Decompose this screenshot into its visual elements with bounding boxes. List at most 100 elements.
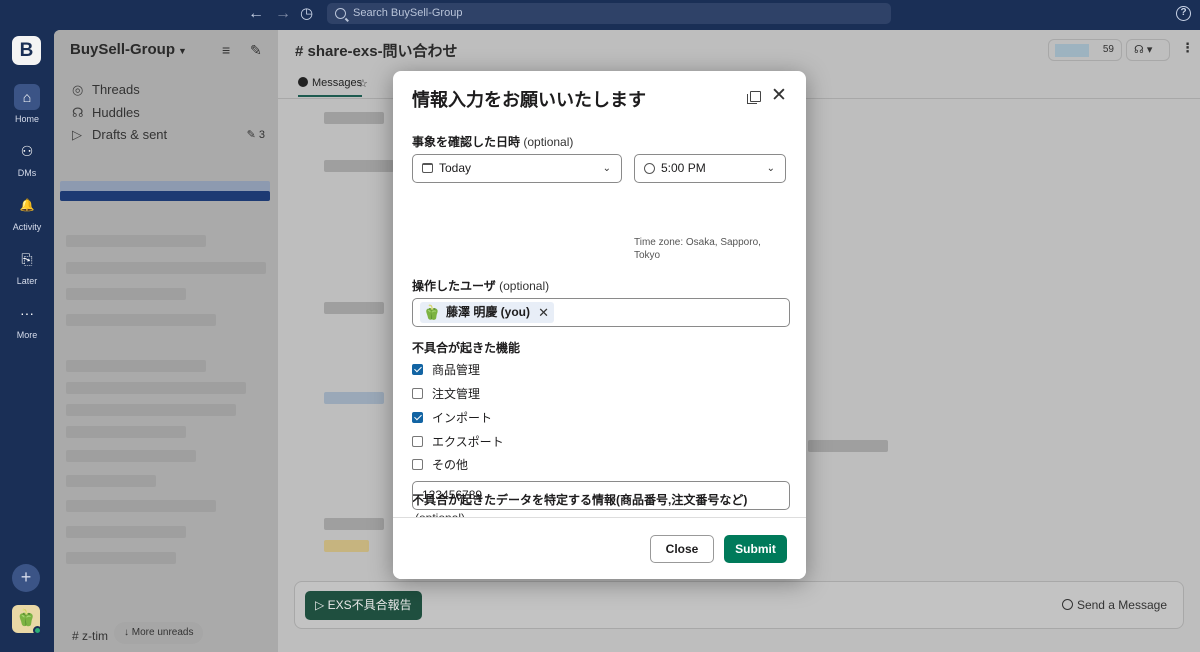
chevron-down-icon: ⌄ xyxy=(766,163,775,174)
user-select[interactable]: 🫑 藤澤 明慶 (you) ✕ xyxy=(412,298,790,327)
checkbox[interactable] xyxy=(412,364,423,375)
search-placeholder: Search BuySell-Group xyxy=(353,7,463,19)
workspace-name[interactable]: BuySell-Group ▼ xyxy=(70,41,187,58)
user-avatar: 🫑 xyxy=(423,304,441,320)
rail-label-dms: DMs xyxy=(17,168,37,178)
close-button[interactable]: Close xyxy=(650,535,714,563)
send-icon: ▷ xyxy=(72,127,82,142)
more-unreads-button[interactable]: ↓ More unreads xyxy=(114,622,204,644)
optional-text: (optional) xyxy=(523,135,574,149)
avatar-emoji: 🫑 xyxy=(16,610,36,627)
blurred-message xyxy=(808,440,888,452)
datetime-label-text: 事象を確認した日時 xyxy=(412,135,521,149)
submit-button[interactable]: Submit xyxy=(724,535,787,563)
message-composer[interactable]: ▷ EXS不具合報告 Send a Message xyxy=(294,581,1184,629)
remove-user-icon[interactable]: ✕ xyxy=(538,302,549,323)
drafts-count-value: 3 xyxy=(258,129,265,141)
blurred-channel xyxy=(66,314,216,326)
workspace-rail: B ⌂ Home ⚇ DMs 🔔 Activity ⎘ Later ··· Mo… xyxy=(0,30,54,652)
compose-icon[interactable]: ✎ xyxy=(250,42,262,59)
blurred-message xyxy=(324,518,384,530)
modal-title: 情報入力をお願いいたします xyxy=(412,90,646,110)
rail-item-activity[interactable]: 🔔 Activity xyxy=(0,192,54,232)
member-count: 59 xyxy=(1102,44,1114,55)
checkbox[interactable] xyxy=(412,412,423,423)
workspace-logo[interactable]: B xyxy=(12,36,41,65)
blurred-message xyxy=(324,540,369,552)
add-icon[interactable]: + xyxy=(12,564,40,592)
sidebar-item-label: Threads xyxy=(92,82,140,97)
checkbox[interactable] xyxy=(412,388,423,399)
blurred-channel xyxy=(66,500,216,512)
more-icon[interactable]: ⋮ xyxy=(1181,40,1194,56)
workspace-name-text: BuySell-Group xyxy=(70,41,176,58)
sidebar-item-drafts[interactable]: ▷ Drafts & sent xyxy=(72,127,167,143)
message-icon xyxy=(298,77,308,87)
channel-title[interactable]: # share-exs-問い合わせ xyxy=(295,40,458,61)
sidebar-item-huddles[interactable]: ☊ Huddles xyxy=(72,105,140,121)
blurred-channel xyxy=(66,450,196,462)
timezone-text: Time zone: Osaka, Sapporo, Tokyo xyxy=(634,237,761,261)
send-message-button[interactable]: Send a Message xyxy=(1061,598,1167,612)
checkbox-label: 商品管理 xyxy=(432,363,481,377)
copy-icon[interactable] xyxy=(747,91,761,104)
more-unreads-label: More unreads xyxy=(131,627,194,638)
channel-title-text: share-exs-問い合わせ xyxy=(307,43,458,60)
user-chip: 🫑 藤澤 明慶 (you) ✕ xyxy=(420,302,554,323)
blurred-message xyxy=(324,112,384,124)
send-message-label: Send a Message xyxy=(1076,598,1167,612)
modal-body[interactable]: 事象を確認した日時 (optional) Today ⌄ 5:00 PM ⌄ T… xyxy=(393,121,806,517)
blurred-channel xyxy=(66,262,266,274)
avatar[interactable]: 🫑 xyxy=(12,605,42,635)
clock-icon xyxy=(644,163,655,174)
sidebar-item-label: Drafts & sent xyxy=(92,127,168,142)
help-icon[interactable]: ? xyxy=(1176,6,1191,21)
member-avatars xyxy=(1055,44,1089,57)
checkbox[interactable] xyxy=(412,459,423,470)
dm-icon: ⚇ xyxy=(20,143,34,159)
sidebar-item-ztim[interactable]: # z-tim xyxy=(72,629,108,643)
modal-footer: Close Submit xyxy=(393,517,806,579)
back-arrow-icon[interactable]: ← xyxy=(248,5,264,23)
tab-messages[interactable]: Messages xyxy=(298,77,363,97)
filter-icon[interactable]: ≡ xyxy=(222,42,230,58)
huddle-button[interactable]: ☊ ▾ xyxy=(1126,39,1170,61)
rail-item-dms[interactable]: ⚇ DMs xyxy=(0,138,54,178)
status-dot xyxy=(33,626,42,635)
blurred-channel xyxy=(66,288,186,300)
blurred-channel xyxy=(66,526,186,538)
blurred-message xyxy=(324,302,384,314)
datetime-label: 事象を確認した日時 (optional) xyxy=(412,133,573,150)
workflow-button[interactable]: ▷ EXS不具合報告 xyxy=(305,591,422,620)
close-icon[interactable]: ✕ xyxy=(771,86,787,106)
search-bar[interactable]: Search BuySell-Group xyxy=(327,3,891,24)
optional-text: (optional) xyxy=(499,279,550,293)
chevron-down-icon: ▼ xyxy=(178,46,187,56)
rail-item-home[interactable]: ⌂ Home xyxy=(0,84,54,124)
blurred-channel xyxy=(66,552,176,564)
bell-icon: 🔔 xyxy=(19,198,35,212)
forward-arrow-icon[interactable]: → xyxy=(275,5,291,23)
member-count-button[interactable]: 59 xyxy=(1048,39,1122,61)
sidebar-item-label: z-tim xyxy=(82,629,109,643)
checkbox[interactable] xyxy=(412,436,423,447)
blurred-channel xyxy=(66,475,156,487)
calendar-icon xyxy=(422,163,433,173)
rail-item-more[interactable]: ··· More xyxy=(0,300,54,340)
rail-item-later[interactable]: ⎘ Later xyxy=(0,246,54,286)
tab-pins[interactable]: ☆ xyxy=(358,77,368,90)
sidebar-item-threads[interactable]: ◎ Threads xyxy=(72,82,140,98)
bookmark-icon: ⎘ xyxy=(21,251,33,267)
blurred-channel xyxy=(66,360,206,372)
rail-label-later: Later xyxy=(16,276,38,286)
user-label-text: 操作したユーザ xyxy=(412,279,496,293)
data-id-input[interactable]: 123456789 xyxy=(412,481,790,510)
rail-label-more: More xyxy=(16,330,38,340)
blurred-channel xyxy=(66,426,186,438)
channel-sidebar: BuySell-Group ▼ ≡ ✎ ◎ Threads ☊ Huddles ▷ Dr… xyxy=(54,30,278,652)
time-select[interactable]: 5:00 PM ⌄ xyxy=(634,154,786,183)
chevron-down-icon: ⌄ xyxy=(602,163,611,174)
date-select[interactable]: Today ⌄ xyxy=(412,154,622,183)
history-icon[interactable]: ◷ xyxy=(300,5,313,23)
threads-icon: ◎ xyxy=(72,82,84,97)
